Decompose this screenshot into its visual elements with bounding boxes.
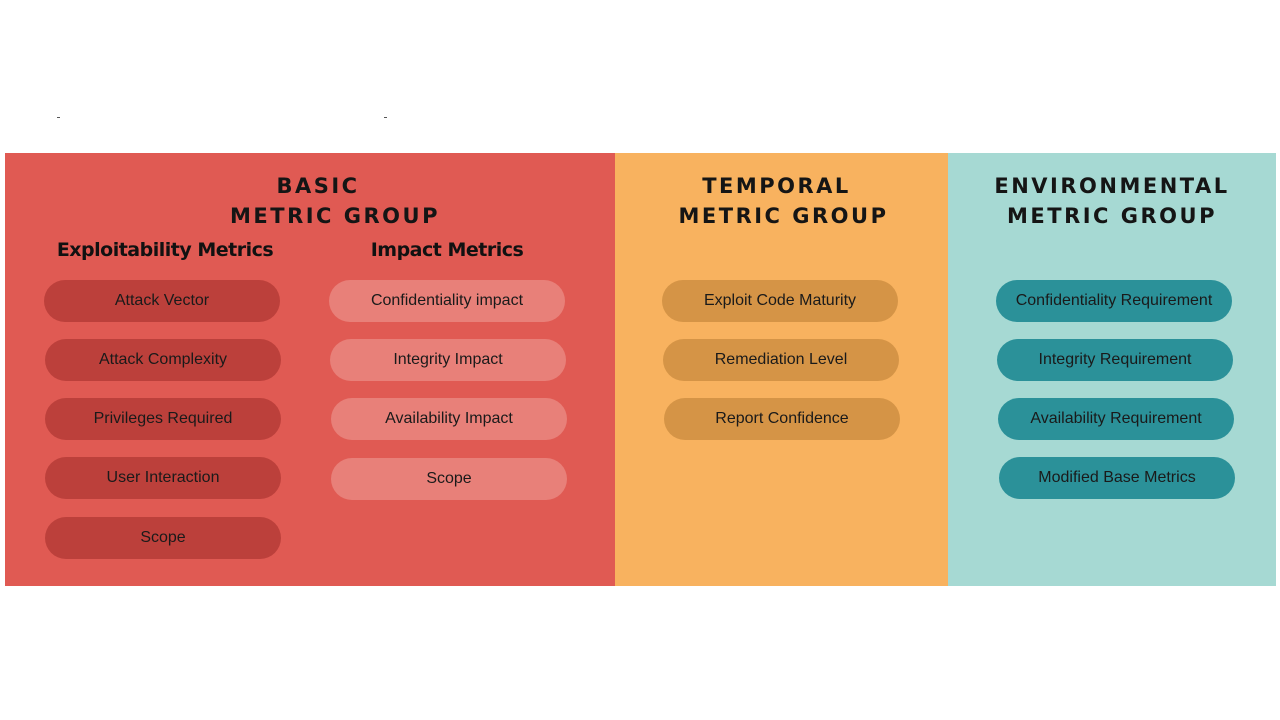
metric-pill-attack-complexity: Attack Complexity [45, 339, 281, 381]
temporal-metric-group-panel: TEMPORAL METRIC GROUP Exploit Code Matur… [615, 153, 948, 586]
impact-heading: Impact Metrics [370, 239, 524, 261]
exploitability-heading: Exploitability Metrics [56, 239, 274, 261]
metric-pill-remediation-level: Remediation Level [663, 339, 899, 381]
metric-pill-availability-requirement: Availability Requirement [998, 398, 1234, 440]
metric-pill-modified-base-metrics: Modified Base Metrics [999, 457, 1235, 499]
basic-title-line2: METRIC GROUP [230, 204, 440, 228]
metric-pill-scope-exploitability: Scope [45, 517, 281, 559]
temporal-title-line1: TEMPORAL [702, 174, 851, 198]
metric-pill-confidentiality-impact: Confidentiality impact [329, 280, 565, 322]
metric-pill-confidentiality-requirement: Confidentiality Requirement [996, 280, 1232, 322]
metric-pill-attack-vector: Attack Vector [44, 280, 280, 322]
metric-pill-exploit-code-maturity: Exploit Code Maturity [662, 280, 898, 322]
metric-pill-privileges-required: Privileges Required [45, 398, 281, 440]
stray-mark [384, 117, 387, 118]
environmental-metric-group-panel: ENVIRONMENTAL METRIC GROUP Confidentiali… [948, 153, 1276, 586]
metric-pill-scope-impact: Scope [331, 458, 567, 500]
metric-pill-integrity-requirement: Integrity Requirement [997, 339, 1233, 381]
metric-pill-report-confidence: Report Confidence [664, 398, 900, 440]
stray-mark [57, 117, 60, 118]
metric-pill-availability-impact: Availability Impact [331, 398, 567, 440]
basic-metric-group-panel: BASIC METRIC GROUP Exploitability Metric… [5, 153, 615, 586]
environmental-title: ENVIRONMENTAL METRIC GROUP [948, 171, 1276, 231]
environmental-title-line2: METRIC GROUP [1007, 204, 1217, 228]
metric-pill-integrity-impact: Integrity Impact [330, 339, 566, 381]
metric-pill-user-interaction: User Interaction [45, 457, 281, 499]
basic-title-line1: BASIC [276, 174, 360, 198]
temporal-title: TEMPORAL METRIC GROUP [619, 171, 948, 231]
temporal-title-line2: METRIC GROUP [678, 204, 889, 228]
basic-title: BASIC METRIC GROUP [55, 171, 615, 231]
environmental-title-line1: ENVIRONMENTAL [994, 174, 1230, 198]
